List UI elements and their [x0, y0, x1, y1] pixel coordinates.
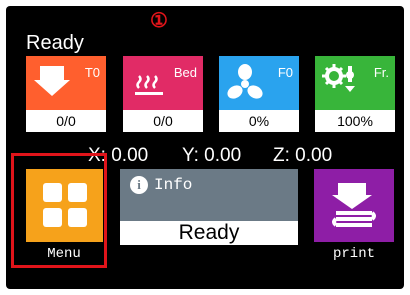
feedrate-label: Fr. — [373, 65, 389, 80]
info-value: Ready — [120, 221, 298, 245]
feedrate-tile[interactable]: Fr. 100% — [315, 56, 395, 132]
info-icon: i — [130, 176, 148, 194]
menu-highlight-frame — [11, 153, 107, 268]
coord-y: Y: 0.00 — [182, 145, 242, 166]
printer-status: Ready — [26, 32, 84, 54]
info-panel: i Info Ready — [120, 169, 298, 245]
extruder-temp-tile[interactable]: T0 0/0 — [26, 56, 106, 132]
bed-temp-value: 0/0 — [123, 110, 203, 132]
coord-z: Z: 0.00 — [273, 145, 333, 166]
bed-temp-tile[interactable]: Bed 0/0 — [123, 56, 203, 132]
extruder-down-arrow-icon — [34, 66, 70, 96]
bed-label: Bed — [173, 65, 197, 80]
fan-label: F0 — [277, 65, 293, 80]
fan-icon — [227, 64, 263, 99]
extruder-label: T0 — [84, 65, 100, 80]
heated-bed-icon — [135, 75, 163, 95]
extruder-temp-header: T0 — [26, 56, 106, 110]
bed-temp-header: Bed — [123, 56, 203, 110]
feedrate-gear-icon — [322, 64, 355, 92]
fan-speed-value: 0% — [219, 110, 299, 132]
info-title: Info — [154, 176, 193, 194]
feedrate-header: Fr. — [315, 56, 395, 110]
fan-speed-tile[interactable]: F0 0% — [219, 56, 299, 132]
annotation-marker: ① — [150, 10, 168, 32]
fan-speed-header: F0 — [219, 56, 299, 110]
print-button[interactable] — [314, 169, 394, 242]
print-label: print — [332, 246, 375, 262]
feedrate-value: 100% — [315, 110, 395, 132]
extruder-temp-value: 0/0 — [26, 110, 106, 132]
print-nozzle-icon — [332, 183, 376, 227]
